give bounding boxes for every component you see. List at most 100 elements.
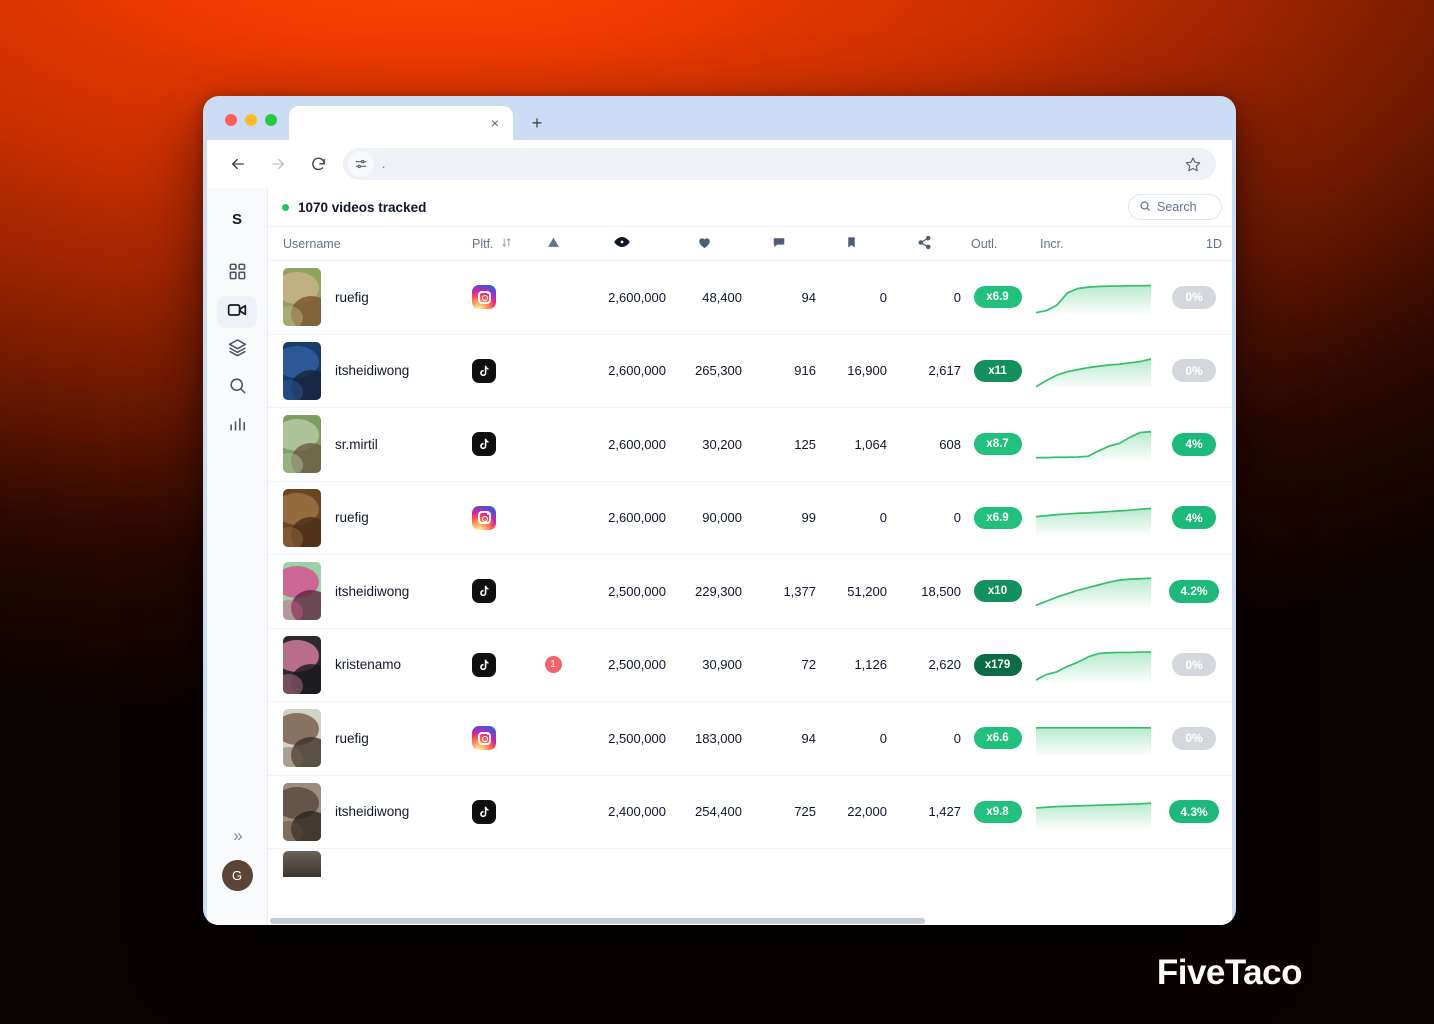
- reload-icon[interactable]: [303, 149, 333, 179]
- sidebar-item-search[interactable]: [217, 372, 257, 404]
- tiktok-icon[interactable]: [472, 358, 496, 383]
- search-placeholder: Search: [1157, 200, 1197, 214]
- instagram-icon[interactable]: [472, 726, 496, 751]
- cell-username[interactable]: itsheidiwong: [268, 341, 472, 400]
- cell-comments: 916: [794, 363, 816, 379]
- column-header-oneday[interactable]: 1D: [1154, 237, 1232, 251]
- video-thumbnail[interactable]: [283, 415, 321, 474]
- bookmark-star-icon[interactable]: [1182, 156, 1204, 172]
- cell-username[interactable]: sr.mirtil: [268, 415, 472, 474]
- tiktok-icon[interactable]: [472, 579, 496, 604]
- outlier-badge: x10: [973, 580, 1022, 603]
- oneday-change-pill: 4%: [1172, 432, 1216, 456]
- tiktok-icon[interactable]: [472, 652, 496, 677]
- table-row[interactable]: kristenamo 1 2,500,000 30,900 72 1,126 2,620 x1…: [268, 628, 1232, 702]
- cell-outlier: x9.8: [961, 800, 1034, 823]
- cell-views: 2,600,000: [608, 510, 666, 526]
- table-row[interactable]: sr.mirtil 2,600,000 30,200 125 1,064 608 x8.7 4…: [268, 408, 1232, 482]
- cell-likes: 30,900: [702, 657, 742, 673]
- cell-views: 2,600,000: [608, 289, 666, 305]
- column-header-comments[interactable]: [742, 235, 816, 252]
- new-tab-icon[interactable]: +: [523, 109, 551, 137]
- table-row[interactable]: ruefig 2,500,000 183,000 94 0 0 x6.6 0%: [268, 702, 1232, 776]
- table-row[interactable]: [268, 849, 1232, 883]
- main-content: 1070 videos tracked Search Username Pltf…: [268, 188, 1232, 925]
- address-bar[interactable]: .: [343, 148, 1216, 180]
- table-row[interactable]: ruefig 2,600,000 48,400 94 0 0 x6.9 0%: [268, 261, 1232, 335]
- video-thumbnail[interactable]: [283, 709, 321, 768]
- cell-likes: 30,200: [702, 436, 742, 452]
- cell-platform: [472, 726, 529, 751]
- cell-likes: 48,400: [702, 289, 742, 305]
- video-thumbnail[interactable]: [283, 562, 321, 621]
- column-header-increase[interactable]: Incr.: [1034, 237, 1154, 251]
- video-thumbnail[interactable]: [283, 341, 321, 400]
- instagram-icon[interactable]: [472, 505, 496, 530]
- heart-icon: [697, 235, 712, 253]
- cell-saves: 0: [879, 730, 887, 746]
- cell-username[interactable]: itsheidiwong: [268, 782, 472, 841]
- url-text[interactable]: .: [382, 157, 1174, 171]
- table-row[interactable]: itsheidiwong 2,600,000 265,300 916 16,900 2,6…: [268, 334, 1232, 408]
- video-thumbnail[interactable]: [283, 635, 321, 694]
- video-thumbnail[interactable]: [283, 488, 321, 547]
- cell-username[interactable]: ruefig: [268, 709, 472, 768]
- column-header-outlier[interactable]: Outl.: [961, 237, 1034, 251]
- cell-username[interactable]: itsheidiwong: [268, 562, 472, 621]
- tiktok-icon[interactable]: [472, 799, 496, 824]
- browser-chrome: × + . S » G 1070 videos tracked Search U…: [207, 100, 1232, 925]
- site-settings-icon[interactable]: [348, 151, 374, 177]
- cell-shares: 2,620: [928, 657, 961, 673]
- close-tab-icon[interactable]: ×: [485, 113, 505, 133]
- table-row[interactable]: ruefig 2,600,000 90,000 99 0 0 x6.9 4%: [268, 481, 1232, 555]
- search-input[interactable]: Search: [1128, 194, 1222, 220]
- alert-badge[interactable]: 1: [544, 656, 562, 674]
- maximize-window-button[interactable]: [265, 114, 277, 126]
- grid-icon: [228, 262, 247, 286]
- comment-icon: [772, 235, 786, 252]
- sort-updown-icon[interactable]: [501, 237, 512, 251]
- videos-table-container: Username Pltf. Outl. Incr. 1D ruefig 2,6…: [268, 227, 1232, 925]
- column-header-username[interactable]: Username: [268, 237, 472, 251]
- cell-shares: 18,500: [921, 583, 961, 599]
- column-header-views[interactable]: [577, 234, 666, 253]
- cell-username[interactable]: ruefig: [268, 268, 472, 327]
- back-icon[interactable]: [223, 149, 253, 179]
- cell-saves: 1,126: [854, 657, 887, 673]
- cell-platform: [472, 579, 529, 604]
- instagram-icon[interactable]: [472, 285, 496, 310]
- avatar[interactable]: G: [221, 860, 253, 891]
- horizontal-scrollbar[interactable]: [268, 917, 1232, 925]
- expand-sidebar-icon[interactable]: »: [233, 826, 243, 846]
- column-header-alert[interactable]: [529, 236, 577, 252]
- sidebar-item-dashboard-grid[interactable]: [217, 258, 257, 290]
- content-topbar: 1070 videos tracked Search: [268, 188, 1232, 227]
- cell-platform: [472, 799, 529, 824]
- video-thumbnail[interactable]: [283, 782, 321, 841]
- cell-outlier: x6.9: [961, 286, 1034, 309]
- cell-platform: [472, 285, 529, 310]
- tiktok-icon[interactable]: [472, 432, 496, 457]
- table-row[interactable]: itsheidiwong 2,400,000 254,400 725 22,000 1,4…: [268, 775, 1232, 849]
- sidebar-item-videos[interactable]: [217, 296, 257, 328]
- cell-username[interactable]: ruefig: [268, 488, 472, 547]
- video-thumbnail[interactable]: [283, 268, 321, 327]
- app-logo[interactable]: S: [232, 206, 242, 232]
- browser-tab[interactable]: ×: [289, 106, 513, 140]
- minimize-window-button[interactable]: [245, 114, 257, 126]
- column-header-likes[interactable]: [666, 235, 742, 253]
- column-header-saves[interactable]: [816, 236, 887, 252]
- oneday-change-pill: 4%: [1172, 506, 1216, 530]
- sidebar-item-collections[interactable]: [217, 334, 257, 366]
- table-row[interactable]: itsheidiwong 2,500,000 229,300 1,377 51,200 1…: [268, 555, 1232, 629]
- column-header-shares[interactable]: [887, 235, 961, 253]
- sidebar-item-analytics[interactable]: [217, 410, 257, 442]
- cell-increase: [1034, 717, 1154, 759]
- scrollbar-thumb[interactable]: [270, 918, 925, 924]
- outlier-badge: x6.9: [973, 286, 1022, 309]
- close-window-button[interactable]: [225, 114, 237, 126]
- cell-username[interactable]: kristenamo: [268, 635, 472, 694]
- cell-outlier: x11: [961, 359, 1034, 382]
- forward-icon[interactable]: [263, 149, 293, 179]
- column-header-platform[interactable]: Pltf.: [472, 237, 529, 251]
